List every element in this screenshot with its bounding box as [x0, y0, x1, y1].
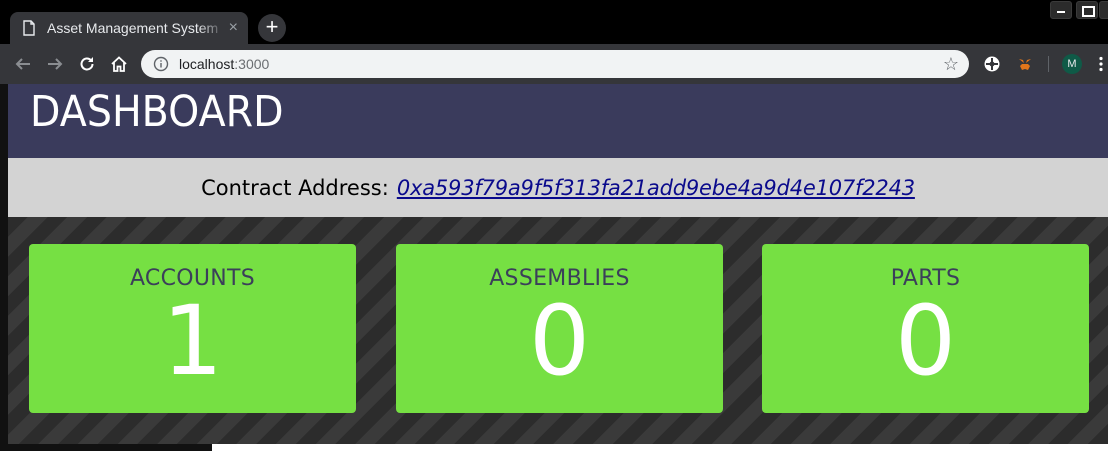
minimize-window-button[interactable] — [1050, 1, 1072, 19]
menu-button[interactable] — [1094, 53, 1108, 75]
tab-title: Asset Management System — [47, 20, 219, 36]
document-icon — [22, 20, 36, 36]
page-viewport: DASHBOARD Contract Address: 0xa593f79a9f… — [0, 84, 1108, 451]
forward-button[interactable] — [43, 52, 67, 76]
close-tab-icon[interactable]: × — [229, 19, 238, 37]
stats-panel: ACCOUNTS 1 ASSEMBLIES 0 PARTS 0 — [8, 217, 1108, 444]
reload-button[interactable] — [75, 52, 99, 76]
close-window-button[interactable] — [1099, 1, 1108, 19]
browser-tab[interactable]: Asset Management System × — [10, 12, 248, 44]
reload-icon — [80, 57, 94, 71]
arrow-right-icon — [48, 58, 63, 70]
card-value: 0 — [528, 285, 591, 397]
profile-button[interactable]: M — [1061, 53, 1083, 75]
browser-toolbar: localhost:3000 ☆ M — [0, 44, 1108, 84]
dashboard-page: DASHBOARD Contract Address: 0xa593f79a9f… — [8, 84, 1108, 451]
page-header: DASHBOARD — [8, 84, 1108, 158]
extension-icon[interactable] — [981, 53, 1003, 75]
avatar: M — [1062, 54, 1082, 74]
contract-address-bar: Contract Address: 0xa593f79a9f5f313fa21a… — [8, 158, 1108, 217]
new-tab-button[interactable]: + — [258, 14, 286, 42]
info-icon[interactable] — [153, 56, 169, 72]
accounts-card[interactable]: ACCOUNTS 1 — [29, 244, 356, 413]
page-bottom-edge — [212, 444, 1108, 451]
home-icon — [111, 56, 127, 72]
parts-card[interactable]: PARTS 0 — [762, 244, 1089, 413]
page-title: DASHBOARD — [30, 87, 284, 137]
url-host: localhost — [179, 56, 235, 72]
back-button[interactable] — [11, 52, 35, 76]
browser-tabstrip: Asset Management System × + — [0, 0, 1108, 44]
contract-address-link[interactable]: 0xa593f79a9f5f313fa21add9ebe4a9d4e107f22… — [397, 176, 915, 200]
contract-address-label: Contract Address: — [201, 175, 389, 200]
bookmark-star-icon[interactable]: ☆ — [943, 54, 959, 75]
url-port: :3000 — [234, 56, 270, 72]
kebab-menu-icon — [1099, 56, 1103, 72]
assemblies-card[interactable]: ASSEMBLIES 0 — [396, 244, 723, 413]
home-button[interactable] — [107, 52, 131, 76]
metamask-fox-icon[interactable] — [1014, 53, 1036, 75]
address-bar[interactable]: localhost:3000 ☆ — [141, 50, 969, 78]
card-value: 0 — [894, 285, 957, 397]
toolbar-divider — [1048, 56, 1049, 72]
arrow-left-icon — [15, 58, 30, 70]
card-value: 1 — [161, 285, 224, 397]
maximize-window-button[interactable] — [1076, 1, 1098, 19]
